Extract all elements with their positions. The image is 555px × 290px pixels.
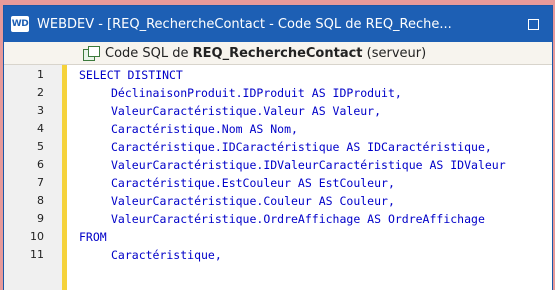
code-text: ValeurCaractéristique.Couleur AS Couleur…: [111, 194, 395, 208]
line-number: 11: [30, 248, 44, 261]
panel-title-query-name: REQ_RechercheContact: [192, 45, 363, 61]
code-text: FROM: [79, 230, 107, 244]
code-line[interactable]: 10 FROM: [4, 228, 552, 246]
webdev-app-icon: WD: [11, 16, 29, 32]
panel-title-suffix: (serveur): [362, 45, 427, 61]
code-panel-header: Code SQL de REQ_RechercheContact (serveu…: [4, 42, 552, 65]
code-line[interactable]: 1 SELECT DISTINCT: [4, 66, 552, 84]
code-text: Caractéristique.EstCouleur AS EstCouleur…: [111, 176, 395, 190]
line-number: 4: [37, 122, 44, 135]
line-number: 7: [37, 176, 44, 189]
line-number: 1: [37, 68, 44, 81]
maximize-icon: [527, 18, 539, 30]
line-number: 10: [30, 230, 44, 243]
code-line[interactable]: 11 Caractéristique,: [4, 246, 552, 264]
line-number: 5: [37, 140, 44, 153]
line-number: 9: [37, 212, 44, 225]
code-text: ValeurCaractéristique.Valeur AS Valeur,: [111, 104, 382, 118]
code-line[interactable]: 5 Caractéristique.IDCaractéristique AS ID…: [4, 138, 552, 156]
code-line[interactable]: 7 Caractéristique.EstCouleur AS EstCouleu…: [4, 174, 552, 192]
sql-code-window: WD WEBDEV - [REQ_RechercheContact - Code…: [4, 6, 552, 290]
code-text: Caractéristique.Nom AS Nom,: [111, 122, 298, 136]
code-line[interactable]: 8 ValeurCaractéristique.Couleur AS Couleu…: [4, 192, 552, 210]
code-text: ValeurCaractéristique.OrdreAffichage AS …: [111, 212, 485, 226]
code-line[interactable]: 9 ValeurCaractéristique.OrdreAffichage AS…: [4, 210, 552, 228]
title-bar[interactable]: WD WEBDEV - [REQ_RechercheContact - Code…: [4, 6, 552, 42]
code-line[interactable]: 3 ValeurCaractéristique.Valeur AS Valeur,: [4, 102, 552, 120]
code-text: SELECT DISTINCT: [79, 68, 183, 82]
line-number: 3: [37, 104, 44, 117]
line-number: 2: [37, 86, 44, 99]
window-title: WEBDEV - [REQ_RechercheContact - Code SQ…: [37, 16, 452, 32]
sql-code-editor[interactable]: 1 SELECT DISTINCT 2 DéclinaisonProduit.IDPr…: [4, 65, 552, 290]
code-text: Caractéristique.IDCaractéristique AS IDC…: [111, 140, 492, 154]
code-text: DéclinaisonProduit.IDProduit AS IDProdui…: [111, 86, 402, 100]
query-icon: [83, 46, 100, 61]
maximize-button[interactable]: [524, 15, 542, 33]
line-number: 8: [37, 194, 44, 207]
code-text: ValeurCaractéristique.IDValeurCaractéris…: [111, 158, 506, 172]
code-text: Caractéristique,: [111, 248, 222, 262]
code-line[interactable]: 2 DéclinaisonProduit.IDProduit AS IDProdu…: [4, 84, 552, 102]
code-line[interactable]: 4 Caractéristique.Nom AS Nom,: [4, 120, 552, 138]
code-line[interactable]: 6 ValeurCaractéristique.IDValeurCaractéri…: [4, 156, 552, 174]
panel-title-prefix: Code SQL de: [105, 45, 193, 61]
line-number: 6: [37, 158, 44, 171]
